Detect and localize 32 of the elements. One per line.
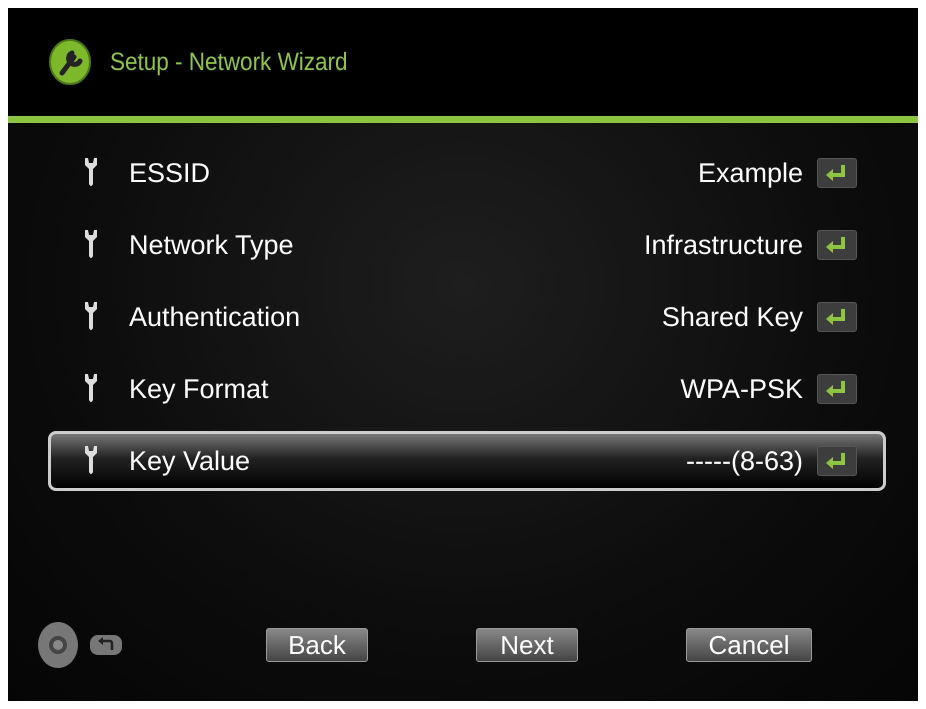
setting-label: Key Value — [129, 446, 252, 476]
setting-label: Authentication — [129, 302, 302, 332]
setting-row[interactable]: Network Type Infrastructure — [48, 215, 886, 275]
setting-row[interactable]: ESSID Example — [48, 143, 886, 203]
setting-row[interactable]: Key Format WPA-PSK — [48, 359, 886, 419]
wrench-icon — [48, 39, 92, 85]
enter-button[interactable] — [817, 230, 857, 260]
wrench-icon — [83, 230, 99, 260]
setting-row[interactable]: Authentication Shared Key — [48, 287, 886, 347]
wrench-icon — [83, 374, 99, 404]
wrench-icon — [83, 446, 99, 476]
enter-button[interactable] — [817, 446, 857, 476]
dpad-icon — [36, 620, 80, 670]
return-icon — [90, 635, 122, 655]
setting-value: -----(8-63) — [686, 446, 803, 476]
footer-button[interactable]: Cancel — [686, 628, 812, 662]
screen-title: Setup - Network Wizard — [110, 48, 348, 76]
setting-row[interactable]: Key Value -----(8-63) — [48, 431, 886, 491]
setting-value: WPA-PSK — [680, 374, 803, 404]
enter-button[interactable] — [817, 158, 857, 188]
setting-value: Shared Key — [662, 302, 803, 332]
footer-button[interactable]: Back — [266, 628, 368, 662]
enter-button[interactable] — [817, 374, 857, 404]
enter-button[interactable] — [817, 302, 857, 332]
wrench-icon — [83, 158, 99, 188]
setting-label: ESSID — [129, 158, 212, 188]
wrench-icon — [83, 302, 99, 332]
setting-label: Key Format — [129, 374, 270, 404]
setting-value: Infrastructure — [644, 230, 803, 260]
setting-label: Network Type — [129, 230, 295, 260]
footer-button[interactable]: Next — [476, 628, 578, 662]
setting-value: Example — [698, 158, 803, 188]
